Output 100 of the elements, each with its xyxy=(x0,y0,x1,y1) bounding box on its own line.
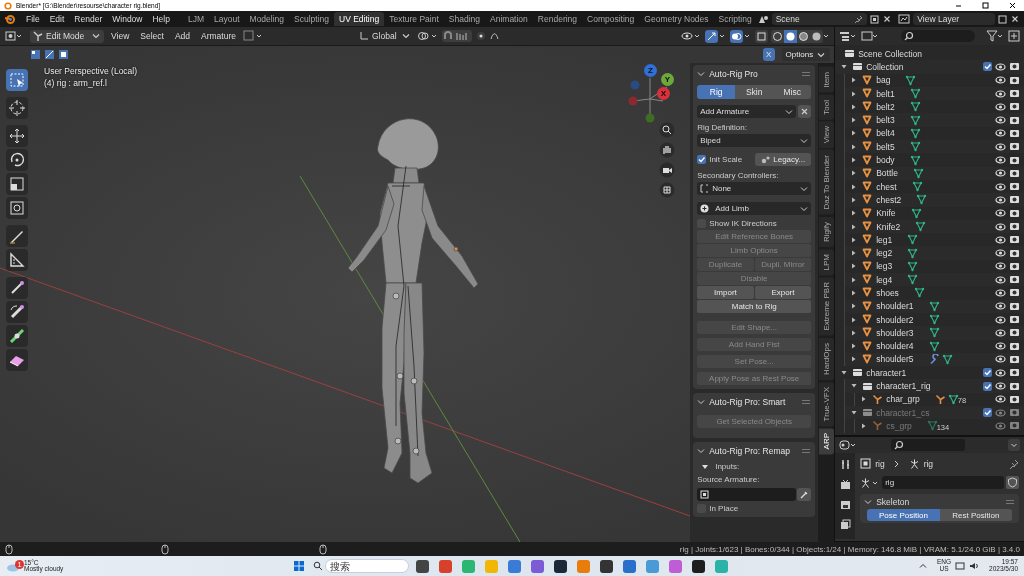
search-icon[interactable] xyxy=(313,561,323,571)
camera-icon[interactable] xyxy=(1009,167,1020,179)
eyedropper-button[interactable] xyxy=(797,488,812,501)
close-icon[interactable] xyxy=(1008,1,1017,10)
sidebar-tab[interactable]: Extreme PBR xyxy=(818,277,834,336)
camera-icon[interactable] xyxy=(1009,353,1020,365)
mesh-data-icon[interactable] xyxy=(907,274,919,286)
camera-icon[interactable] xyxy=(1009,327,1020,339)
network-icon[interactable] xyxy=(955,561,966,571)
camera-icon[interactable] xyxy=(1009,181,1020,193)
camera-icon[interactable] xyxy=(1009,74,1020,86)
camera-icon[interactable] xyxy=(1009,221,1020,232)
eye-icon[interactable] xyxy=(995,155,1006,165)
eye-icon[interactable] xyxy=(995,115,1006,126)
checkbox[interactable] xyxy=(983,62,992,72)
face-select-icon[interactable] xyxy=(58,49,69,60)
tool-button[interactable] xyxy=(6,97,28,119)
tool-button[interactable] xyxy=(6,173,28,195)
camera-icon[interactable] xyxy=(1009,207,1020,219)
menu-item[interactable]: Edit xyxy=(44,14,70,24)
camera-icon[interactable] xyxy=(1009,114,1020,126)
mesh-data-icon[interactable] xyxy=(928,300,940,312)
display-mode-icon[interactable] xyxy=(861,30,880,42)
sidebar-tab[interactable]: Tool xyxy=(818,94,834,120)
camera-icon[interactable] xyxy=(1009,154,1020,166)
secondary-controllers-dropdown[interactable]: None xyxy=(697,182,812,195)
app-icon[interactable] xyxy=(692,559,705,573)
tree-item[interactable]: shoes xyxy=(876,288,899,298)
tree-item[interactable]: belt2 xyxy=(876,101,895,112)
options-dropdown[interactable]: Options xyxy=(781,48,831,61)
gizmo-axis[interactable]: Z xyxy=(644,64,657,77)
panel-tab[interactable]: Misc xyxy=(773,85,812,99)
mesh-data-icon[interactable] xyxy=(912,167,924,179)
mesh-data-icon[interactable] xyxy=(909,88,921,100)
panel-tab[interactable]: Rig xyxy=(697,85,736,99)
tree-item[interactable]: leg3 xyxy=(876,261,893,272)
xray-icon[interactable] xyxy=(755,29,769,43)
mirror-toggle[interactable]: X xyxy=(762,48,775,61)
camera-icon[interactable] xyxy=(1009,314,1020,326)
checkbox[interactable] xyxy=(983,368,992,378)
panel-tab[interactable]: Skin xyxy=(735,85,774,99)
workspace-tab[interactable]: Texture Paint xyxy=(384,12,444,26)
tree-item[interactable]: shoulder5 xyxy=(876,354,914,365)
eye-icon[interactable] xyxy=(995,274,1006,285)
camera-icon[interactable] xyxy=(1009,101,1020,113)
search-field[interactable] xyxy=(891,439,966,452)
mode-dropdown[interactable]: Edit Mode xyxy=(30,29,104,43)
close-icon[interactable] xyxy=(882,14,893,24)
search-field[interactable]: 搜索 xyxy=(325,559,409,573)
shading-buttons-icon[interactable] xyxy=(771,29,830,43)
mesh-data-icon[interactable] xyxy=(913,287,925,299)
chevron-icon[interactable] xyxy=(697,397,706,406)
camera-icon[interactable] xyxy=(1009,88,1020,100)
breadcrumb-item[interactable]: rig xyxy=(923,458,934,469)
tree-item[interactable]: bag xyxy=(876,75,891,86)
chevron-icon[interactable] xyxy=(697,69,706,78)
menu-item[interactable]: View xyxy=(107,31,134,41)
tree-item[interactable]: belt5 xyxy=(876,141,895,152)
wrench-icon[interactable] xyxy=(928,353,940,365)
mesh-data-icon[interactable] xyxy=(909,101,921,113)
menu-item[interactable]: File xyxy=(21,14,45,24)
sidebar-tab[interactable]: Item xyxy=(818,67,834,93)
mesh-data-icon[interactable] xyxy=(907,247,919,259)
tool-button[interactable] xyxy=(6,277,28,299)
dropdown-icon[interactable] xyxy=(1008,439,1020,452)
tool-icon[interactable] xyxy=(839,459,851,471)
camera-icon[interactable] xyxy=(1009,141,1020,153)
sidebar-tab[interactable]: LPM xyxy=(818,249,834,276)
mesh-data-icon[interactable] xyxy=(909,141,921,153)
mesh-data-icon[interactable] xyxy=(911,181,923,193)
tree-item[interactable]: body xyxy=(876,155,895,165)
grid-icon[interactable] xyxy=(659,182,675,198)
zoom-icon[interactable] xyxy=(659,122,675,138)
camera-icon[interactable] xyxy=(1009,380,1020,392)
camera-icon[interactable] xyxy=(1009,393,1020,405)
mesh-data-icon[interactable] xyxy=(909,154,921,166)
eye-icon[interactable] xyxy=(995,61,1006,72)
mesh-data-icon[interactable] xyxy=(907,234,919,246)
eye-icon[interactable] xyxy=(995,221,1006,232)
eye-icon[interactable] xyxy=(995,327,1006,338)
workspace-tab[interactable]: Layout xyxy=(209,12,245,26)
mesh-data-icon[interactable] xyxy=(941,353,953,365)
tree-item[interactable]: shoulder1 xyxy=(876,301,914,312)
position-toggle[interactable]: Rest Position xyxy=(939,509,1012,522)
scene-icon[interactable] xyxy=(756,13,769,25)
sidebar-tab[interactable]: HardOps xyxy=(818,337,834,380)
position-toggle[interactable]: Pose Position xyxy=(867,509,940,522)
search-field[interactable] xyxy=(901,30,976,42)
windows-logo-icon[interactable] xyxy=(293,560,305,572)
checkbox[interactable] xyxy=(983,381,992,391)
tool-button[interactable] xyxy=(6,149,28,171)
eye-icon[interactable] xyxy=(995,234,1006,245)
sidebar-tab[interactable]: Daz To Blender xyxy=(818,150,834,215)
pivot-icon[interactable] xyxy=(417,30,439,42)
snapping-icon[interactable] xyxy=(442,30,472,42)
hand-icon[interactable] xyxy=(659,142,675,158)
camera-icon[interactable] xyxy=(1009,234,1020,246)
source-armature-field[interactable] xyxy=(697,488,797,501)
menu-item[interactable]: Window xyxy=(107,14,148,24)
camera-icon[interactable] xyxy=(1009,274,1020,286)
